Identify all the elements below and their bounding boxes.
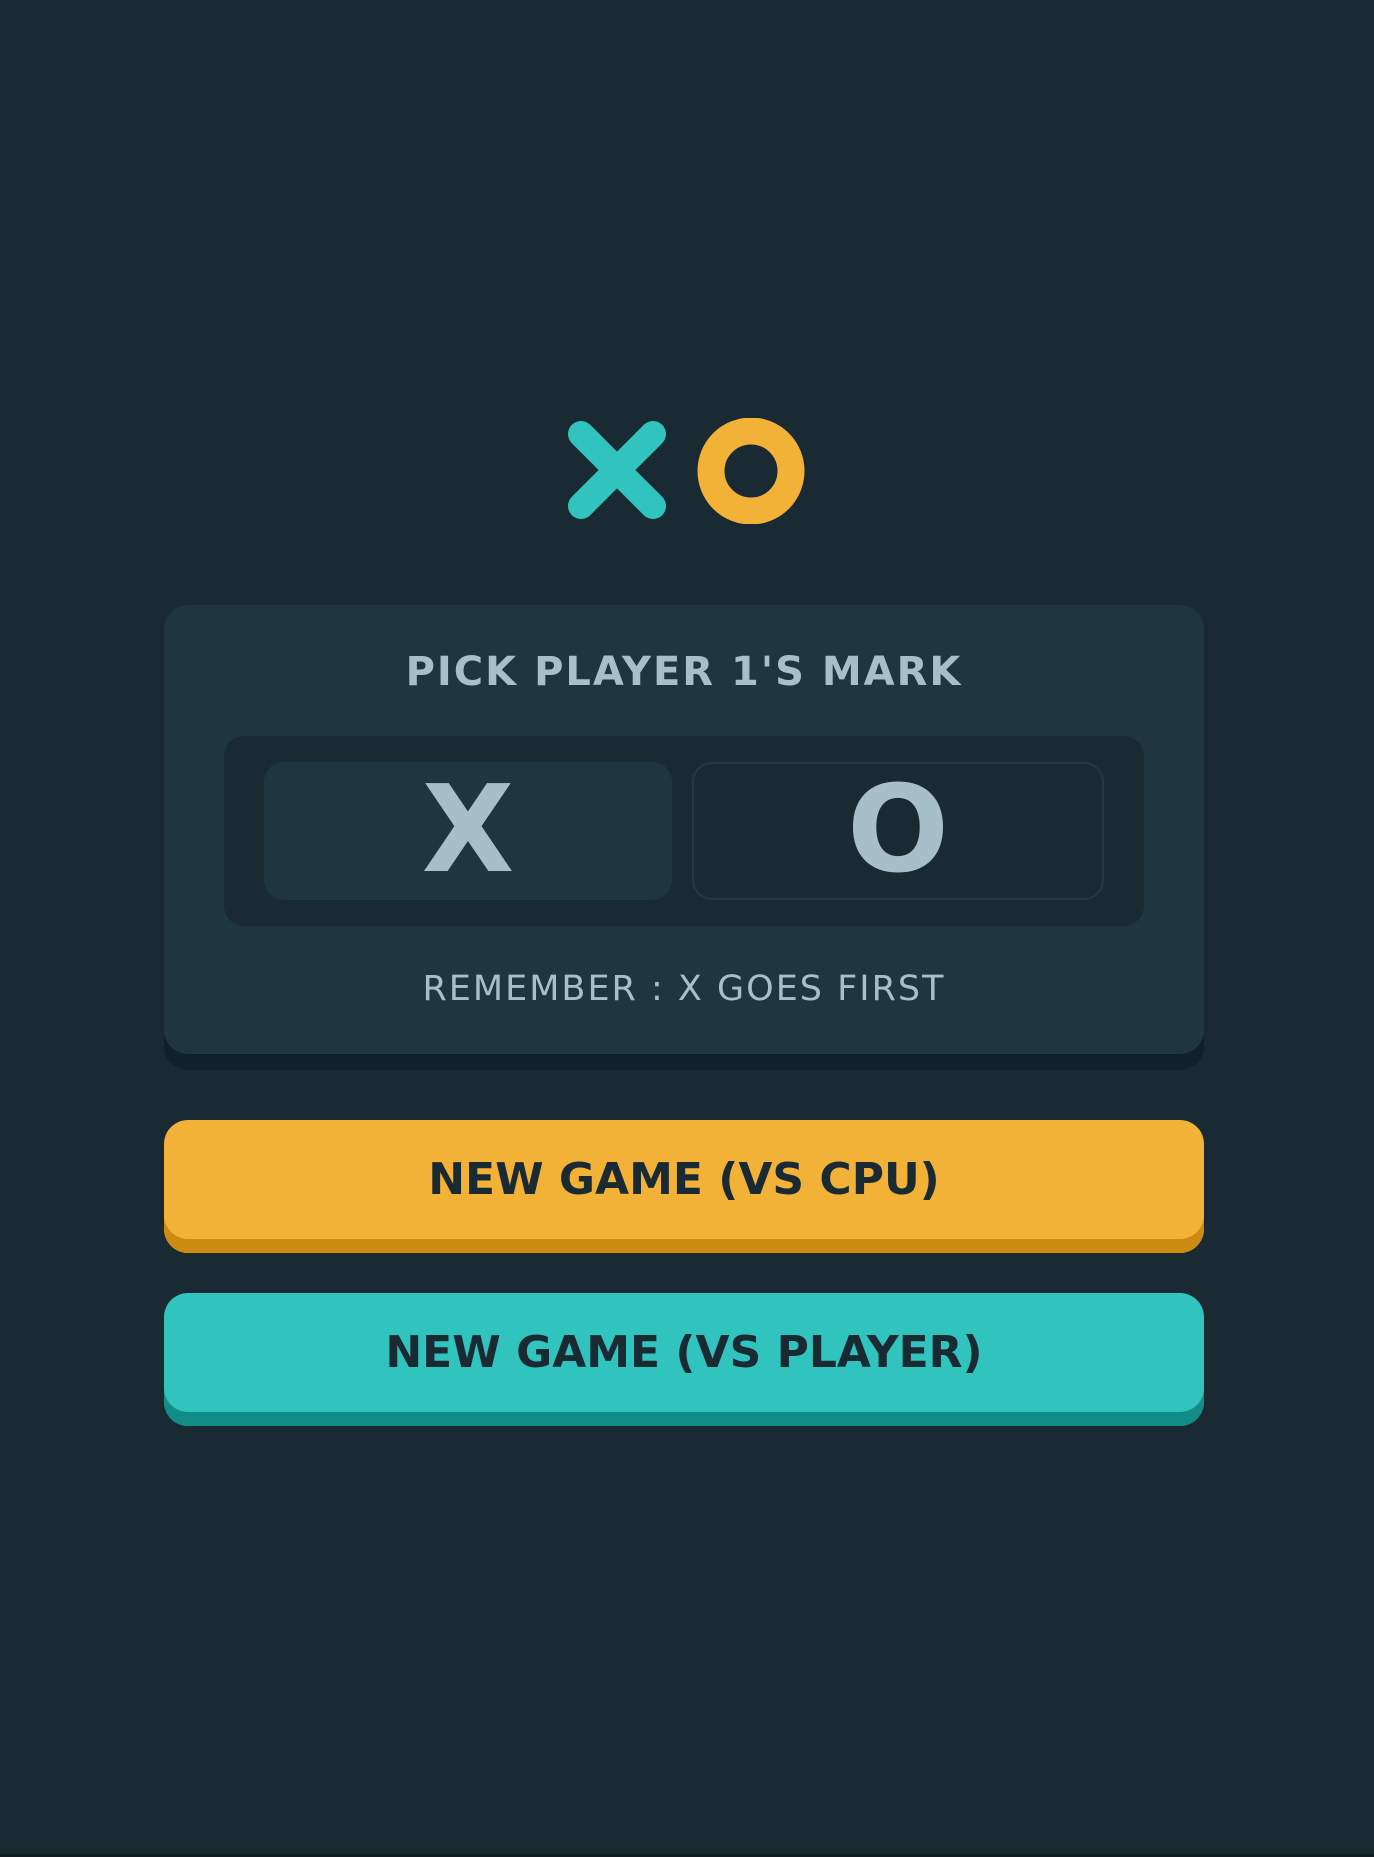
new-game-vs-cpu-label: NEW GAME (VS CPU) [428,1154,940,1205]
mark-option-o-label: O [846,761,949,900]
first-move-hint: REMEMBER : X GOES FIRST [422,969,946,1009]
panel-title: PICK PLAYER 1'S MARK [405,649,963,695]
o-mark-icon [697,418,805,524]
mark-option-o[interactable]: O [692,762,1104,900]
new-game-menu: PICK PLAYER 1'S MARK X O REMEMBER : X GO… [164,605,1204,1426]
game-logo [565,418,805,524]
mark-selector: X O [224,736,1144,926]
new-game-vs-cpu-button[interactable]: NEW GAME (VS CPU) [164,1120,1204,1253]
x-mark-icon [568,421,666,519]
logo-graphic [568,418,805,524]
pick-mark-panel: PICK PLAYER 1'S MARK X O REMEMBER : X GO… [164,605,1204,1054]
new-game-vs-player-label: NEW GAME (VS PLAYER) [385,1327,983,1378]
mark-option-x-label: X [421,761,515,900]
new-game-vs-player-button[interactable]: NEW GAME (VS PLAYER) [164,1293,1204,1426]
mark-option-x[interactable]: X [264,762,672,900]
